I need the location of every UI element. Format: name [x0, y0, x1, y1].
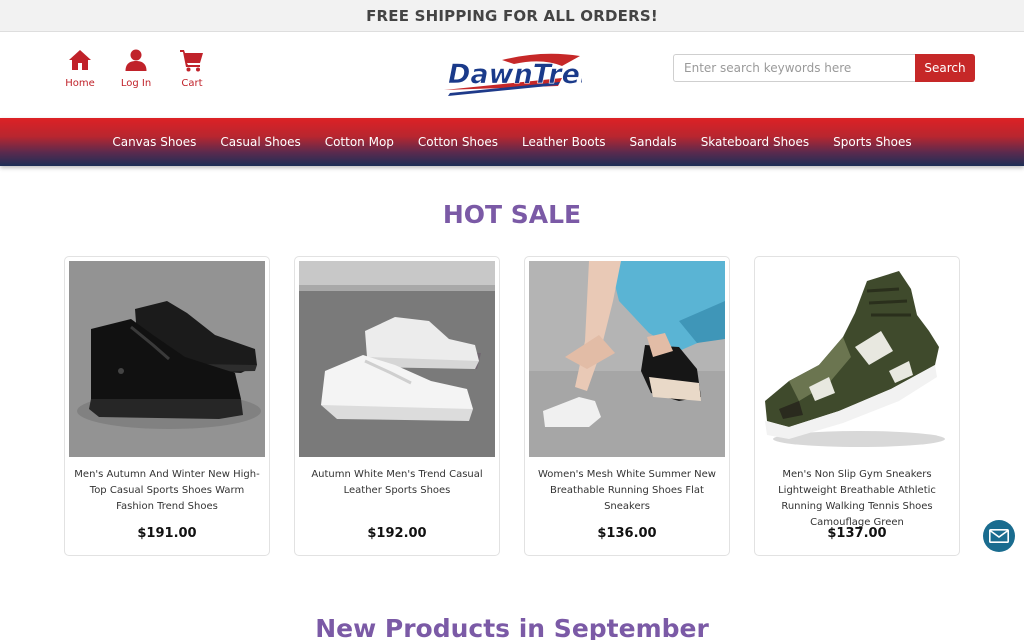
nav-item-cotton-mop[interactable]: Cotton Mop	[325, 135, 394, 149]
free-shipping-text: FREE SHIPPING FOR ALL ORDERS!	[366, 6, 658, 25]
search-bar: Search	[673, 54, 975, 82]
white-leather-shoes-photo	[299, 261, 495, 457]
cart-icon	[180, 50, 203, 72]
user-icon	[125, 49, 147, 71]
nav-item-sandals[interactable]: Sandals	[630, 135, 677, 149]
product-image[interactable]	[529, 261, 725, 457]
nav-item-sports-shoes[interactable]: Sports Shoes	[833, 135, 911, 149]
nav-item-skateboard-shoes[interactable]: Skateboard Shoes	[701, 135, 809, 149]
camouflage-sneaker-photo	[759, 261, 955, 457]
search-input[interactable]	[673, 54, 915, 82]
site-header: Home Log In Cart DawnTrek Search	[0, 32, 1024, 118]
home-icon	[69, 50, 91, 70]
envelope-icon	[989, 529, 1009, 543]
product-name[interactable]: Men's Non Slip Gym Sneakers Lightweight …	[759, 467, 955, 528]
dawntrek-logo[interactable]: DawnTrek	[442, 52, 582, 96]
nav-item-casual-shoes[interactable]: Casual Shoes	[220, 135, 300, 149]
cart-link[interactable]: Cart	[164, 48, 220, 89]
search-button[interactable]: Search	[915, 54, 975, 82]
category-nav: Canvas Shoes Casual Shoes Cotton Mop Cot…	[0, 118, 1024, 166]
product-image[interactable]	[69, 261, 265, 457]
nav-item-leather-boots[interactable]: Leather Boots	[522, 135, 606, 149]
hot-sale-products: Men's Autumn And Winter New High-Top Cas…	[64, 256, 984, 556]
product-name[interactable]: Women's Mesh White Summer New Breathable…	[529, 467, 725, 527]
product-image[interactable]	[759, 261, 955, 457]
nav-item-canvas-shoes[interactable]: Canvas Shoes	[112, 135, 196, 149]
contact-button[interactable]	[983, 520, 1015, 552]
product-card[interactable]: Men's Autumn And Winter New High-Top Cas…	[64, 256, 270, 556]
woman-tying-sneakers-photo	[529, 261, 725, 457]
product-price: $137.00	[827, 526, 887, 541]
product-price: $191.00	[137, 526, 197, 541]
free-shipping-banner: FREE SHIPPING FOR ALL ORDERS!	[0, 0, 1024, 32]
header-links: Home Log In Cart	[52, 48, 220, 89]
product-name[interactable]: Autumn White Men's Trend Casual Leather …	[299, 467, 495, 527]
product-price: $192.00	[367, 526, 427, 541]
new-products-title: New Products in September	[315, 614, 709, 640]
home-link[interactable]: Home	[52, 48, 108, 89]
login-label: Log In	[120, 78, 152, 89]
black-high-top-shoes-photo	[69, 261, 265, 457]
product-card[interactable]: Men's Non Slip Gym Sneakers Lightweight …	[754, 256, 960, 556]
product-card[interactable]: Autumn White Men's Trend Casual Leather …	[294, 256, 500, 556]
login-link[interactable]: Log In	[108, 48, 164, 89]
product-name[interactable]: Men's Autumn And Winter New High-Top Cas…	[69, 467, 265, 527]
cart-label: Cart	[181, 78, 203, 89]
product-price: $136.00	[597, 526, 657, 541]
logo-wordmark: DawnTrek	[448, 59, 582, 90]
hot-sale-title: HOT SALE	[442, 200, 582, 229]
home-label: Home	[65, 78, 95, 89]
nav-item-cotton-shoes[interactable]: Cotton Shoes	[418, 135, 498, 149]
product-card[interactable]: Women's Mesh White Summer New Breathable…	[524, 256, 730, 556]
product-image[interactable]	[299, 261, 495, 457]
